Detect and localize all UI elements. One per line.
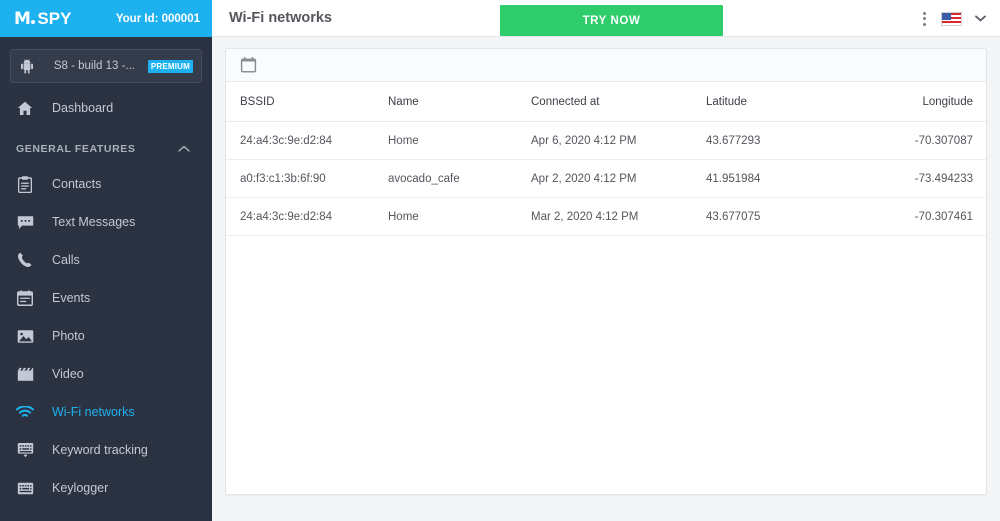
cell-latitude: 43.677293: [706, 121, 826, 160]
mspy-logo[interactable]: M SPY: [14, 9, 71, 29]
top-bar: Wi-Fi networks TRY NOW: [212, 0, 1000, 37]
logo-m-letter: M: [14, 8, 31, 29]
sidebar-item-keyword-tracking[interactable]: Keyword tracking: [0, 431, 212, 469]
try-now-button[interactable]: TRY NOW: [500, 5, 723, 36]
table-row[interactable]: 24:a4:3c:9e:d2:84 Home Mar 2, 2020 4:12 …: [226, 197, 986, 236]
cell-connected-at: Apr 2, 2020 4:12 PM: [531, 159, 706, 198]
table-empty-space: [226, 236, 986, 494]
keyboard-icon: [16, 479, 34, 497]
sidebar-item-keylogger-label: Keylogger: [52, 481, 109, 495]
sidebar-nav: Dashboard GENERAL FEATURES Contacts Text…: [0, 89, 212, 507]
sidebar-item-contacts[interactable]: Contacts: [0, 165, 212, 203]
sidebar-item-events-label: Events: [52, 291, 91, 305]
sidebar: M SPY Your Id: 000001 S8 - build 13 -...…: [0, 0, 212, 521]
sidebar-item-contacts-label: Contacts: [52, 177, 102, 191]
photo-icon: [16, 327, 34, 345]
sidebar-item-keyword-tracking-label: Keyword tracking: [52, 443, 148, 457]
keyword-icon: [16, 441, 34, 459]
sidebar-item-video[interactable]: Video: [0, 355, 212, 393]
sidebar-item-text-messages[interactable]: Text Messages: [0, 203, 212, 241]
card-toolbar: [226, 49, 986, 81]
sidebar-item-calls-label: Calls: [52, 253, 80, 267]
top-bar-actions: [921, 0, 986, 37]
table-head: BSSID Name Connected at Latitude Longitu…: [226, 81, 986, 122]
more-vertical-icon[interactable]: [921, 10, 928, 28]
page-title: Wi-Fi networks: [229, 10, 332, 26]
android-icon: [19, 57, 35, 75]
logo-dot-icon: [31, 19, 36, 24]
sidebar-item-text-messages-label: Text Messages: [52, 215, 136, 229]
calendar-icon: [16, 289, 34, 307]
column-header-name[interactable]: Name: [388, 81, 531, 122]
table-header-row: BSSID Name Connected at Latitude Longitu…: [226, 81, 986, 122]
column-header-longitude[interactable]: Longitude: [826, 81, 986, 122]
cell-bssid: 24:a4:3c:9e:d2:84: [226, 197, 388, 236]
table-body: 24:a4:3c:9e:d2:84 Home Apr 6, 2020 4:12 …: [226, 121, 986, 236]
cell-longitude: -70.307087: [826, 121, 986, 160]
table-row[interactable]: a0:f3:c1:3b:6f:90 avocado_cafe Apr 2, 20…: [226, 159, 986, 198]
cell-name: Home: [388, 197, 531, 236]
cell-bssid: 24:a4:3c:9e:d2:84: [226, 121, 388, 160]
table-row[interactable]: 24:a4:3c:9e:d2:84 Home Apr 6, 2020 4:12 …: [226, 121, 986, 160]
cell-longitude: -70.307461: [826, 197, 986, 236]
chevron-down-icon[interactable]: [975, 15, 986, 22]
wifi-networks-card: BSSID Name Connected at Latitude Longitu…: [225, 48, 987, 495]
device-name-label: S8 - build 13 -...: [53, 60, 135, 72]
sidebar-item-dashboard-label: Dashboard: [52, 101, 114, 115]
sidebar-item-wifi-networks[interactable]: Wi-Fi networks: [0, 393, 212, 431]
home-icon: [16, 99, 34, 117]
message-icon: [16, 213, 34, 231]
cell-name: avocado_cafe: [388, 159, 531, 198]
sidebar-item-photo[interactable]: Photo: [0, 317, 212, 355]
sidebar-item-calls[interactable]: Calls: [0, 241, 212, 279]
premium-badge: PREMIUM: [147, 59, 193, 73]
cell-latitude: 43.677075: [706, 197, 826, 236]
sidebar-item-dashboard[interactable]: Dashboard: [0, 89, 212, 127]
content-area: BSSID Name Connected at Latitude Longitu…: [212, 37, 1000, 521]
app-root: M SPY Your Id: 000001 S8 - build 13 -...…: [0, 0, 1000, 521]
brand-bar: M SPY Your Id: 000001: [0, 0, 212, 37]
cell-latitude: 41.951984: [706, 159, 826, 198]
cell-name: Home: [388, 121, 531, 160]
cell-connected-at: Apr 6, 2020 4:12 PM: [531, 121, 706, 160]
sidebar-item-events[interactable]: Events: [0, 279, 212, 317]
video-icon: [16, 365, 34, 383]
cell-bssid: a0:f3:c1:3b:6f:90: [226, 159, 388, 198]
main-content: Wi-Fi networks TRY NOW BSSID Name Connec…: [212, 0, 1000, 521]
sidebar-section-general-features[interactable]: GENERAL FEATURES: [0, 133, 212, 165]
sidebar-item-photo-label: Photo: [52, 329, 85, 343]
column-header-connected-at[interactable]: Connected at: [531, 81, 706, 122]
cell-connected-at: Mar 2, 2020 4:12 PM: [531, 197, 706, 236]
device-selector[interactable]: S8 - build 13 -... PREMIUM: [10, 49, 202, 83]
calendar-icon[interactable]: [240, 56, 257, 74]
sidebar-item-video-label: Video: [52, 367, 84, 381]
sidebar-section-label: GENERAL FEATURES: [16, 143, 136, 155]
chevron-up-icon: [178, 140, 190, 158]
logo-spy-text: SPY: [37, 8, 72, 28]
contacts-icon: [16, 175, 34, 193]
phone-icon: [16, 251, 34, 269]
your-id-label: Your Id: 000001: [115, 12, 200, 25]
sidebar-item-wifi-networks-label: Wi-Fi networks: [52, 405, 135, 419]
us-flag-icon[interactable]: [941, 11, 962, 26]
column-header-latitude[interactable]: Latitude: [706, 81, 826, 122]
column-header-bssid[interactable]: BSSID: [226, 81, 388, 122]
cell-longitude: -73.494233: [826, 159, 986, 198]
sidebar-item-keylogger[interactable]: Keylogger: [0, 469, 212, 507]
wifi-networks-table: BSSID Name Connected at Latitude Longitu…: [226, 81, 986, 236]
wifi-icon: [16, 403, 34, 421]
